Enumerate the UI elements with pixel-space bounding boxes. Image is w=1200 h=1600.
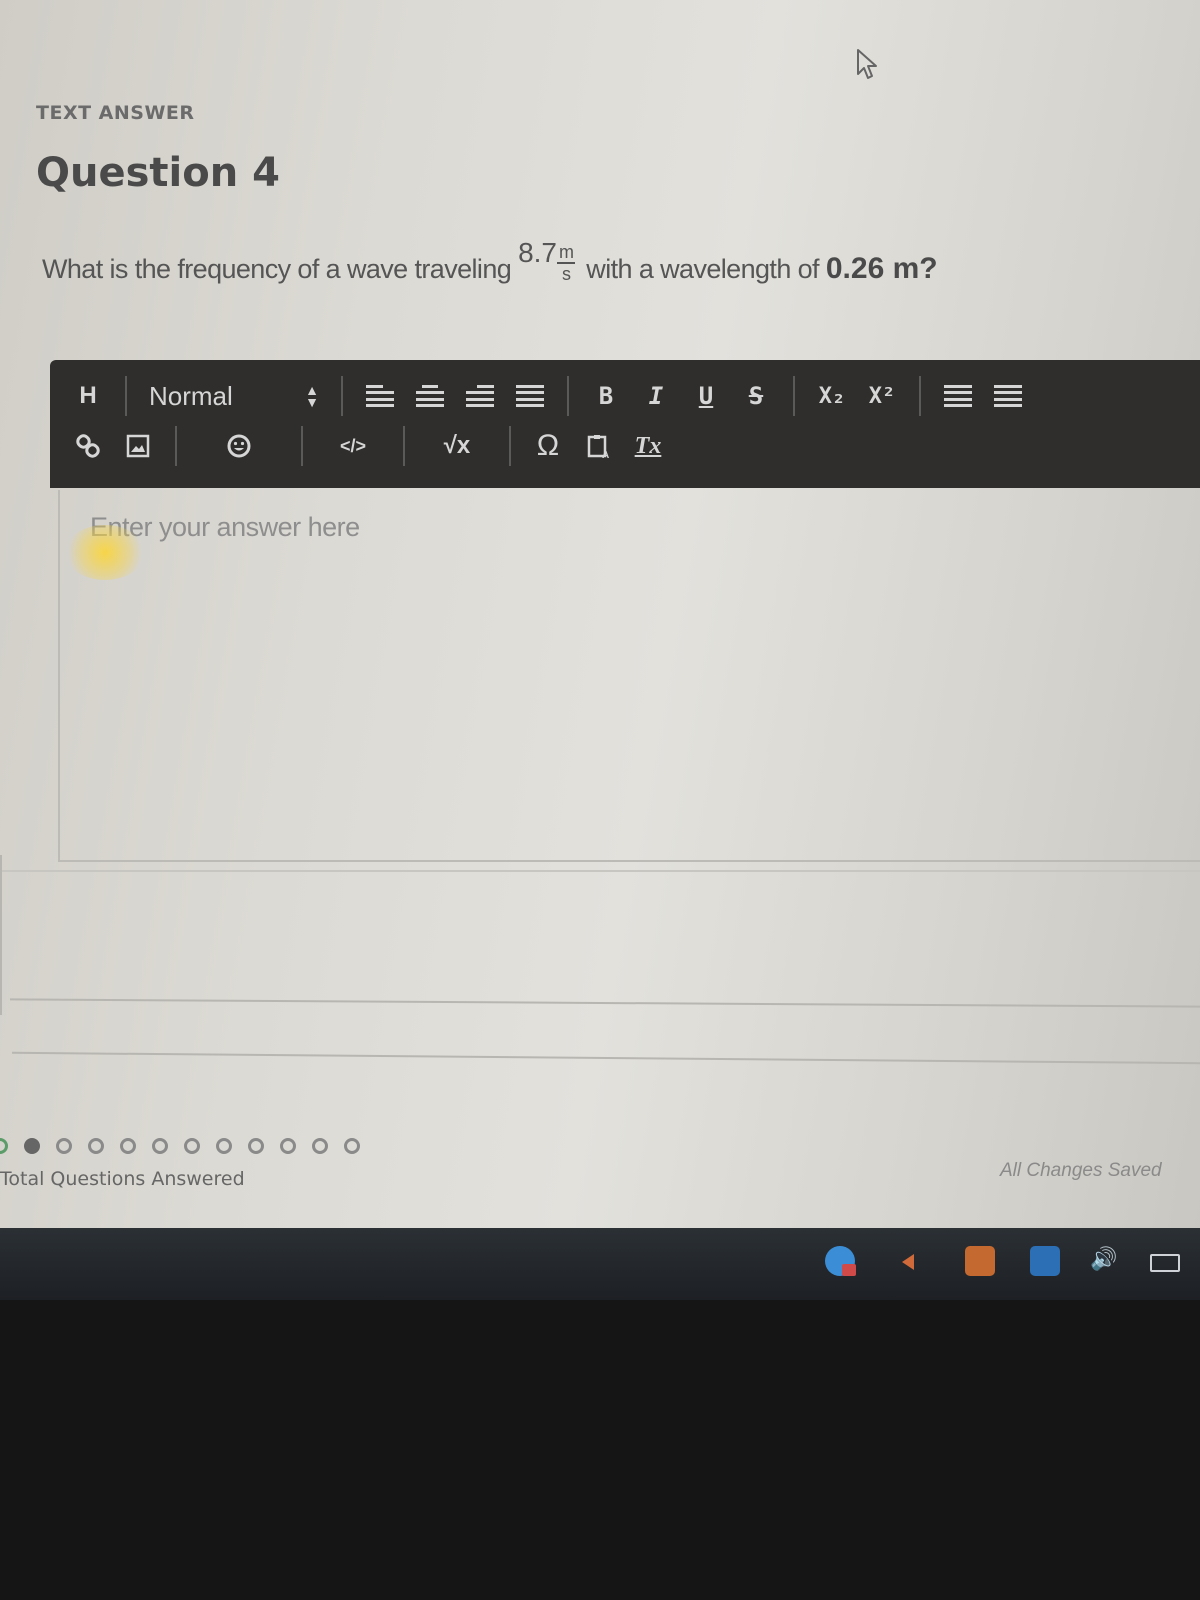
- special-character-button[interactable]: Ω: [528, 426, 568, 466]
- align-justify-icon: [516, 385, 544, 407]
- divider: [10, 998, 1200, 1008]
- bullet-list-button[interactable]: [988, 376, 1028, 416]
- paste-button[interactable]: A: [578, 426, 618, 466]
- question-dot-10[interactable]: [280, 1138, 296, 1154]
- question-text-middle: with a wavelength of: [579, 254, 826, 285]
- divider: [0, 855, 2, 1015]
- unit-denominator: s: [562, 264, 571, 284]
- question-dot-7[interactable]: [184, 1138, 200, 1154]
- clear-format-button[interactable]: Tx: [628, 426, 668, 466]
- question-dot-3[interactable]: [56, 1138, 72, 1154]
- align-left-button[interactable]: [360, 376, 400, 416]
- heading-button[interactable]: H: [68, 376, 108, 416]
- align-center-button[interactable]: [410, 376, 450, 416]
- question-dot-1[interactable]: [0, 1138, 8, 1154]
- unit-numerator: m: [557, 242, 576, 264]
- toolbar-divider: [567, 376, 569, 416]
- mouse-cursor-icon: [855, 48, 881, 87]
- emoji-button[interactable]: [219, 426, 259, 466]
- svg-text:A: A: [602, 450, 609, 459]
- toolbar-divider: [341, 376, 343, 416]
- underline-button[interactable]: U: [686, 376, 726, 416]
- bullet-list-icon: [994, 385, 1022, 407]
- clipboard-icon: A: [587, 435, 609, 459]
- question-text: What is the frequency of a wave travelin…: [42, 237, 1192, 292]
- question-text-before: What is the frequency of a wave travelin…: [42, 254, 519, 285]
- k-app-icon[interactable]: [1030, 1246, 1060, 1276]
- divider: [12, 1051, 1200, 1065]
- editor-toolbar: H Normal ▲ ▼ B I U S X₂ X² </> √x Ω A Tx: [50, 360, 1200, 488]
- align-center-icon: [416, 385, 444, 407]
- skype-badge-icon: [842, 1264, 856, 1276]
- toolbar-divider: [403, 426, 405, 466]
- toolbar-divider: [175, 426, 177, 466]
- answer-editor: [58, 490, 1200, 862]
- formula-button[interactable]: √x: [437, 426, 477, 466]
- question-dot-2[interactable]: [24, 1138, 40, 1154]
- question-progress: [0, 1138, 376, 1154]
- arrow-icon[interactable]: [902, 1254, 914, 1270]
- toolbar-divider: [919, 376, 921, 416]
- taskbar: 🔊: [0, 1228, 1200, 1300]
- toolbar-divider: [793, 376, 795, 416]
- bold-button[interactable]: B: [586, 376, 626, 416]
- link-icon: [76, 434, 100, 458]
- superscript-button[interactable]: X²: [862, 376, 902, 416]
- strikethrough-button[interactable]: S: [736, 376, 776, 416]
- question-title: Question 4: [36, 150, 280, 196]
- section-label: TEXT ANSWER: [36, 102, 195, 124]
- align-justify-button[interactable]: [510, 376, 550, 416]
- progress-label: Total Questions Answered: [0, 1168, 245, 1190]
- italic-button[interactable]: I: [636, 376, 676, 416]
- question-dot-5[interactable]: [120, 1138, 136, 1154]
- question-dot-6[interactable]: [152, 1138, 168, 1154]
- question-dot-12[interactable]: [344, 1138, 360, 1154]
- format-select-value: Normal: [149, 380, 233, 411]
- divider: [0, 870, 1200, 872]
- question-dot-9[interactable]: [248, 1138, 264, 1154]
- toolbar-divider: [125, 376, 127, 416]
- select-arrows-icon: ▲ ▼: [305, 382, 319, 410]
- link-button[interactable]: [68, 426, 108, 466]
- code-button[interactable]: </>: [333, 426, 373, 466]
- java-icon[interactable]: [965, 1246, 995, 1276]
- speed-unit-fraction: ms: [557, 242, 576, 284]
- subscript-button[interactable]: X₂: [812, 376, 852, 416]
- format-select[interactable]: Normal ▲ ▼: [139, 381, 329, 412]
- question-dot-4[interactable]: [88, 1138, 104, 1154]
- wavelength-value: 0.26 m?: [825, 252, 938, 286]
- toolbar-row-2: </> √x Ω A Tx: [50, 422, 673, 470]
- toolbar-row-1: H Normal ▲ ▼ B I U S X₂ X²: [50, 372, 1033, 420]
- image-icon: [126, 434, 150, 458]
- align-right-button[interactable]: [460, 376, 500, 416]
- save-status: All Changes Saved: [1000, 1160, 1162, 1181]
- emoji-icon: [227, 434, 251, 458]
- align-right-icon: [466, 385, 494, 407]
- ordered-list-button[interactable]: [938, 376, 978, 416]
- question-dot-8[interactable]: [216, 1138, 232, 1154]
- toolbar-divider: [301, 426, 303, 466]
- question-dot-11[interactable]: [312, 1138, 328, 1154]
- image-button[interactable]: [118, 426, 158, 466]
- volume-icon[interactable]: 🔊: [1090, 1246, 1120, 1276]
- desk-background: [0, 1300, 1200, 1600]
- answer-input[interactable]: [60, 490, 1200, 860]
- align-left-icon: [366, 385, 394, 407]
- speed-value: 8.7: [518, 237, 557, 269]
- screen: TEXT ANSWER Question 4 What is the frequ…: [0, 0, 1200, 1250]
- battery-icon[interactable]: [1150, 1254, 1180, 1272]
- ordered-list-icon: [944, 385, 972, 407]
- toolbar-divider: [509, 426, 511, 466]
